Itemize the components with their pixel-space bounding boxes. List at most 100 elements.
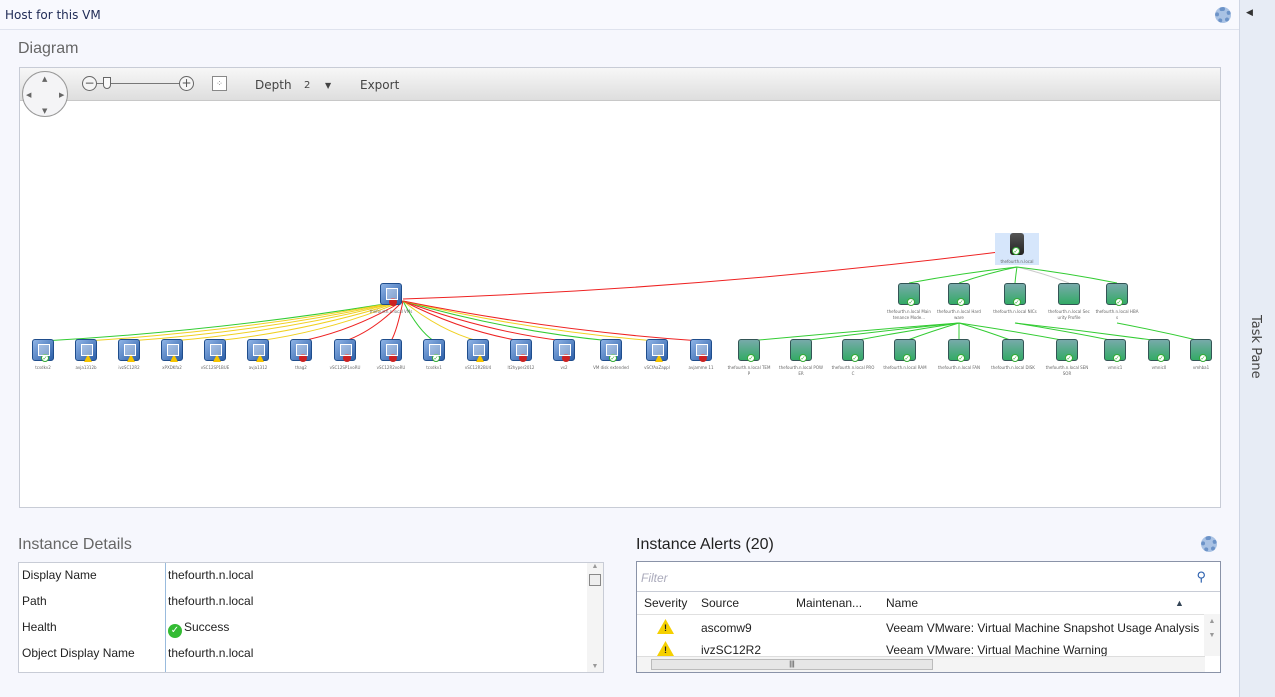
detail-row: Object Display Name thefourth.n.local: [19, 641, 589, 667]
scrollbar-thumb[interactable]: |||: [651, 659, 933, 670]
node-label: vSC12R2voRU: [376, 365, 406, 370]
virtual-machine-icon: [380, 339, 402, 362]
pan-control[interactable]: ▲ ▼ ◀ ▶: [22, 71, 68, 117]
hardware-node[interactable]: ✓ thefourth.n.local FAN: [937, 339, 981, 371]
vm-node[interactable]: vs2: [542, 339, 586, 371]
diagram-view[interactable]: − + ⁘ Depth 2 ▼ Export ▲ ▼ ◀ ▶ ✓ thefourt…: [19, 67, 1221, 508]
instance-details-table: Display Name thefourth.n.local Path thef…: [18, 562, 604, 673]
hardware-node[interactable]: ✓ vmnic0: [1137, 339, 1181, 371]
hardware-node[interactable]: ✓ vmhba1: [1179, 339, 1223, 371]
hardware-node[interactable]: ✓ thefourth.n.local RAM: [883, 339, 927, 371]
hardware-node[interactable]: ✓ thefourth.n.local SENSOR: [1045, 339, 1089, 377]
host-child-node[interactable]: ✓ thefourth.n.local Hardware: [937, 283, 981, 321]
hardware-node[interactable]: ✓ thefourth.n.local PROC: [831, 339, 875, 377]
pan-right-icon[interactable]: ▶: [59, 91, 64, 99]
hardware-node[interactable]: ✓ thefourth.n.local TEMP: [727, 339, 771, 377]
node-label: avjamme 11: [688, 365, 714, 370]
pan-down-icon[interactable]: ▼: [42, 107, 47, 115]
vm-node[interactable]: vSC12R2BU4: [456, 339, 500, 371]
virtual-machine-icon: [118, 339, 140, 362]
details-scrollbar[interactable]: ▲ ▼: [587, 563, 603, 672]
critical-status-icon: [343, 354, 351, 362]
vm-node[interactable]: vSC12SP1BUE: [193, 339, 237, 371]
success-status-icon: ✓: [1199, 354, 1207, 362]
success-status-icon: ✓: [1011, 354, 1019, 362]
vm-node[interactable]: avja1312b: [64, 339, 108, 371]
vm-node[interactable]: ivzSC12R2: [107, 339, 151, 371]
node-label: thefourth.n.local Maintenance Mode...: [887, 309, 931, 320]
success-status-icon: ✓: [747, 354, 755, 362]
column-header-name[interactable]: Name: [886, 596, 918, 610]
column-header-maintenance[interactable]: Maintenan...: [796, 596, 862, 610]
vm-node[interactable]: vSCfAaZappl: [635, 339, 679, 371]
node-label: vmnic0: [1151, 365, 1167, 370]
fit-to-screen-icon[interactable]: ⁘: [212, 76, 227, 91]
alert-row[interactable]: ! ivzSC12R2 Veeam VMware: Virtual Machin…: [637, 640, 1205, 656]
vm-node[interactable]: ✓ tcsdkv1: [412, 339, 456, 371]
node-label: vmnic1: [1107, 365, 1123, 370]
success-status-icon: ✓: [1157, 354, 1165, 362]
zoom-in-button[interactable]: +: [179, 76, 194, 91]
node-label: thag2: [295, 365, 307, 370]
alerts-vertical-scrollbar[interactable]: ▲ ▼: [1204, 614, 1220, 656]
column-header-severity[interactable]: Severity: [644, 596, 687, 610]
host-child-node[interactable]: ✓ thefourth.n.local HBAs: [1095, 283, 1139, 321]
node-label: thefourth.n.local VMs: [369, 309, 413, 314]
vms-group-node[interactable]: thefourth.n.local VMs: [369, 283, 413, 315]
vm-node[interactable]: vSC12SP1voRU: [323, 339, 367, 371]
virtual-machine-icon: [334, 339, 356, 362]
vm-node[interactable]: thag2: [279, 339, 323, 371]
chevron-down-icon[interactable]: ▼: [325, 81, 331, 90]
search-icon[interactable]: ⚲: [1196, 569, 1206, 585]
sort-ascending-icon: ▲: [1175, 598, 1184, 608]
warning-status-icon: [127, 354, 135, 362]
node-label: thefourth.n.local SENSOR: [1045, 365, 1089, 376]
host-child-node[interactable]: ✓ thefourth.n.local Maintenance Mode...: [887, 283, 931, 321]
vm-node[interactable]: avjamme 11: [679, 339, 723, 371]
pan-left-icon[interactable]: ◀: [26, 91, 31, 99]
zoom-out-button[interactable]: −: [82, 76, 97, 91]
instance-details-heading: Instance Details: [18, 536, 132, 553]
vm-node[interactable]: ✓ tcsdkv2: [21, 339, 65, 371]
instance-alerts-table: Filter ⚲ Severity Source Maintenan... Na…: [636, 561, 1221, 673]
hardware-node[interactable]: ✓ vmnic1: [1093, 339, 1137, 371]
task-pane[interactable]: ◀ Task Pane: [1239, 0, 1275, 697]
warning-status-icon: [213, 354, 221, 362]
alerts-horizontal-scrollbar[interactable]: |||: [637, 656, 1205, 672]
hardware-node[interactable]: ✓ thefourth.n.local POWER: [779, 339, 823, 377]
critical-status-icon: [699, 354, 707, 362]
zoom-slider-thumb[interactable]: [103, 77, 111, 89]
critical-status-icon: [389, 354, 397, 362]
vm-node[interactable]: avja1312: [236, 339, 280, 371]
virtual-machine-icon: [75, 339, 97, 362]
health-value: Success: [184, 620, 230, 634]
pan-up-icon[interactable]: ▲: [42, 75, 47, 83]
vm-node[interactable]: lt2hyper2012: [499, 339, 543, 371]
critical-status-icon: [562, 354, 570, 362]
depth-select[interactable]: 2: [304, 80, 310, 91]
node-label: xPXDKfa2: [162, 365, 182, 370]
alerts-gear-icon[interactable]: [1201, 536, 1217, 552]
export-button[interactable]: Export: [360, 78, 399, 92]
hardware-node[interactable]: ✓ thefourth.n.local DISK: [991, 339, 1035, 371]
alert-row[interactable]: ! ascomw9 Veeam VMware: Virtual Machine …: [637, 618, 1205, 640]
vm-node[interactable]: ✓ VM disk extended: [589, 339, 633, 371]
thermometer-icon: ✓: [738, 339, 760, 362]
vm-node[interactable]: vSC12R2voRU: [369, 339, 413, 371]
virtual-machine-icon: ✓: [423, 339, 445, 362]
warning-status-icon: [256, 354, 264, 362]
host-node[interactable]: ✓ thefourth.n.local: [995, 233, 1039, 265]
host-child-node[interactable]: ✓ thefourth.n.local NICs: [993, 283, 1037, 315]
host-child-node[interactable]: thefourth.n.local Security Profile: [1047, 283, 1091, 321]
column-header-source[interactable]: Source: [701, 596, 739, 610]
chevron-left-icon[interactable]: ◀: [1246, 8, 1253, 18]
vm-node[interactable]: xPXDKfa2: [150, 339, 194, 371]
node-label: VM disk extended: [593, 365, 629, 370]
nic-icon: ✓: [1148, 339, 1170, 362]
filter-input[interactable]: Filter ⚲: [637, 562, 1220, 592]
virtual-machine-icon: [290, 339, 312, 362]
node-label: ivzSC12R2: [118, 365, 140, 370]
warning-icon: !: [657, 619, 674, 634]
virtual-machine-icon: [646, 339, 668, 362]
gear-icon[interactable]: [1215, 7, 1231, 23]
